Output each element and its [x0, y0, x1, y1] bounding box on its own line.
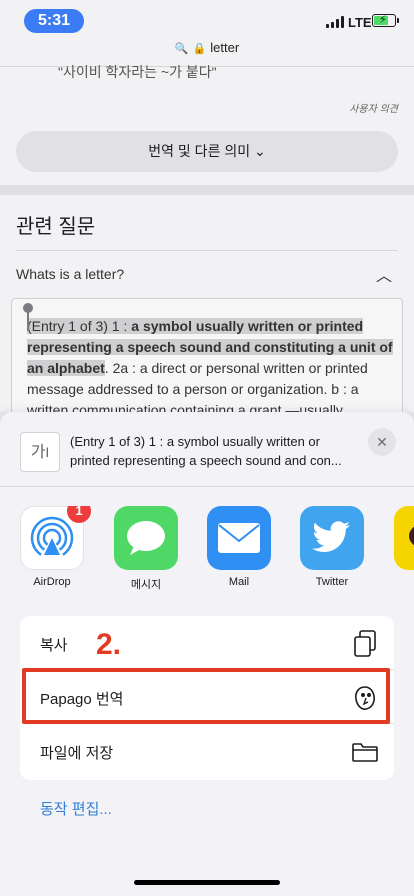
folder-icon — [350, 737, 380, 767]
kakaotalk-icon — [394, 506, 414, 570]
quote-text: "사이비 학자라는 ~가 붙다" — [58, 64, 217, 80]
url-text: letter — [210, 40, 240, 55]
translate-more-label: 번역 및 다른 의미 — [148, 143, 251, 159]
search-icon: 🔍 — [174, 43, 189, 55]
status-bar: 5:31 LTE ⚡ — [0, 0, 414, 44]
app-label: AirDrop — [33, 576, 71, 588]
close-button[interactable]: ✕ — [368, 428, 396, 456]
chevron-up-icon[interactable]: ︿ — [376, 262, 392, 286]
web-page: 5:31 LTE ⚡ 🔍 🔒 letter "사이비 학자라는 ~가 붙다" 사용자… — [0, 0, 414, 412]
highlight-annotation — [22, 668, 390, 724]
action-copy[interactable]: 복사 — [20, 616, 394, 670]
preview-thumbnail: 가I — [20, 432, 60, 472]
network-label: LTE — [348, 15, 372, 30]
divider — [16, 250, 398, 251]
share-preview: 가I (Entry 1 of 3) 1 : a symbol usually w… — [0, 412, 414, 486]
section-separator — [0, 185, 414, 195]
share-app-mail[interactable]: Mail — [199, 506, 279, 588]
share-app-airdrop[interactable]: 1 AirDrop — [12, 506, 92, 588]
share-app-messages[interactable]: 메시지 — [106, 506, 186, 592]
answer-part: (Entry 1 of 3) 1 : — [27, 318, 132, 334]
airdrop-icon: 1 — [20, 506, 91, 570]
status-time[interactable]: 5:31 — [24, 9, 84, 33]
battery-icon: ⚡ — [372, 14, 399, 27]
share-app-twitter[interactable]: Twitter — [292, 506, 372, 588]
app-label: 카 — [386, 576, 414, 592]
copy-icon — [350, 629, 380, 659]
action-save-to-files[interactable]: 파일에 저장 — [20, 724, 394, 778]
selection-cursor — [27, 311, 29, 331]
home-indicator[interactable] — [134, 880, 280, 885]
preview-text: (Entry 1 of 3) 1 : a symbol usually writ… — [70, 434, 342, 468]
address-bar[interactable]: 🔍 🔒 letter — [0, 40, 414, 64]
share-app-kakaotalk[interactable]: 카 — [386, 506, 414, 592]
cellular-signal-icon — [326, 16, 344, 28]
action-label: 파일에 저장 — [40, 745, 114, 762]
twitter-icon — [300, 506, 364, 570]
chevron-down-icon: ⌄ — [254, 143, 266, 159]
action-label: 복사 — [40, 637, 68, 654]
messages-icon — [114, 506, 178, 570]
app-label: 메시지 — [130, 579, 162, 591]
mail-icon — [207, 506, 271, 570]
user-opinion-link[interactable]: 사용자 의견 — [349, 100, 398, 115]
share-sheet: 가I (Entry 1 of 3) 1 : a symbol usually w… — [0, 412, 414, 896]
app-label: Mail — [228, 576, 250, 588]
answer-text: (Entry 1 of 3) 1 : a symbol usually writ… — [27, 316, 393, 412]
share-apps-row: 1 AirDrop 메시지 Mail Twitter 카 — [0, 506, 414, 596]
close-icon: ✕ — [376, 434, 388, 450]
answer-box[interactable]: (Entry 1 of 3) 1 : a symbol usually writ… — [11, 298, 403, 412]
app-label: Twitter — [315, 576, 349, 588]
related-question[interactable]: Whats is a letter? — [16, 266, 124, 282]
step-annotation: 2. — [96, 628, 122, 661]
notification-badge: 1 — [67, 506, 91, 523]
divider — [0, 486, 414, 487]
edit-actions-link[interactable]: 동작 편집... — [40, 798, 112, 819]
translate-more-button[interactable]: 번역 및 다른 의미 ⌄ — [16, 131, 398, 172]
related-questions-title: 관련 질문 — [16, 216, 96, 238]
lock-icon: 🔒 — [192, 43, 207, 55]
